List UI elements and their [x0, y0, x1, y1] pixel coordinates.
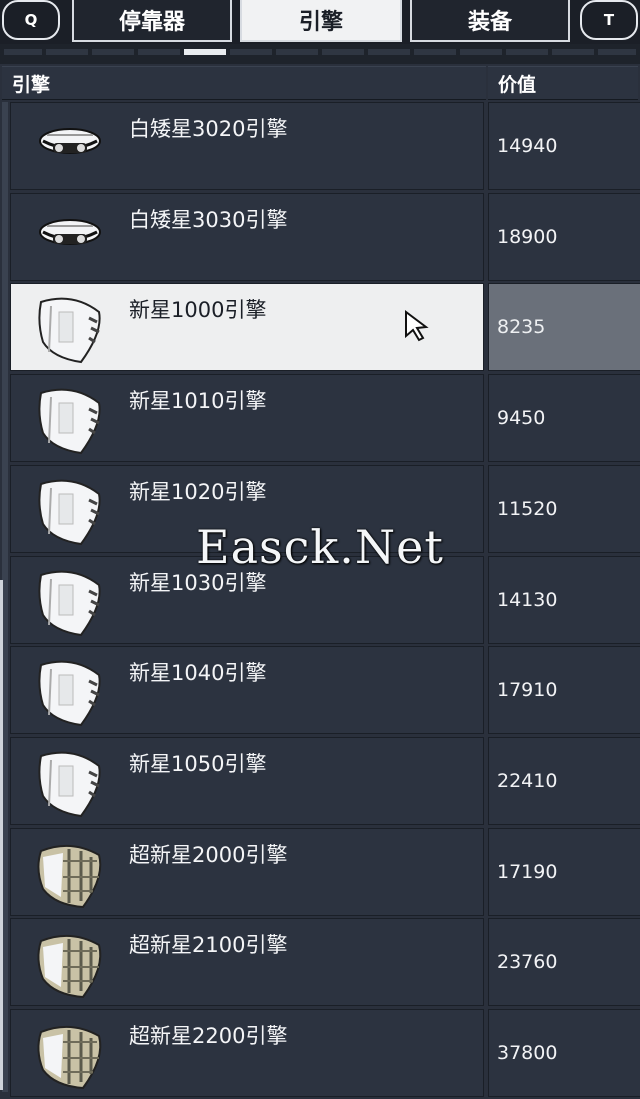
engine-name: 新星1050引擎 — [129, 752, 267, 776]
white-dwarf-engine-icon — [33, 111, 107, 185]
engine-value[interactable]: 14130 — [488, 556, 640, 644]
engine-name-cell[interactable]: 新星1040引擎 — [10, 646, 484, 734]
sub-category-segment[interactable] — [506, 49, 548, 55]
sub-category-segment[interactable] — [230, 49, 272, 55]
engine-value[interactable]: 11520 — [488, 465, 640, 553]
next-tab-hotkey-t[interactable]: T — [580, 0, 638, 40]
engine-name: 新星1040引擎 — [129, 661, 267, 685]
engine-value[interactable]: 23760 — [488, 918, 640, 1006]
sub-category-segment[interactable] — [322, 49, 364, 55]
engine-value[interactable]: 14940 — [488, 102, 640, 190]
engine-name-cell[interactable]: 新星1050引擎 — [10, 737, 484, 825]
supernova-engine-icon — [33, 927, 107, 1001]
supernova-engine-icon — [33, 1018, 107, 1092]
nova-engine-icon — [33, 565, 107, 639]
engine-name: 超新星2200引擎 — [129, 1024, 288, 1048]
engine-value[interactable]: 17910 — [488, 646, 640, 734]
nova-engine-icon — [33, 746, 107, 820]
engine-name-cell[interactable]: 超新星2100引擎 — [10, 918, 484, 1006]
engine-name: 超新星2000引擎 — [129, 843, 288, 867]
sub-category-segment[interactable] — [414, 49, 456, 55]
white-dwarf-engine-icon — [33, 202, 107, 276]
column-header-value[interactable]: 价值 — [488, 66, 638, 100]
scrollbar[interactable] — [0, 580, 3, 1090]
sub-category-segment[interactable] — [552, 49, 594, 55]
sub-category-segment[interactable] — [46, 49, 88, 55]
engine-value[interactable]: 17190 — [488, 828, 640, 916]
column-header-name[interactable]: 引擎 — [2, 66, 486, 100]
engine-name-cell[interactable]: 白矮星3030引擎 — [10, 193, 484, 281]
mouse-cursor-icon — [405, 310, 429, 342]
sub-category-segment[interactable] — [138, 49, 180, 55]
nova-engine-icon — [33, 383, 107, 457]
sub-category-segment[interactable] — [276, 49, 318, 55]
supernova-engine-icon — [33, 837, 107, 911]
sub-category-segment[interactable] — [460, 49, 502, 55]
engine-value[interactable]: 18900 — [488, 193, 640, 281]
tab-docker[interactable]: 停靠器 — [72, 0, 232, 42]
sub-category-segment[interactable] — [92, 49, 134, 55]
engine-name-cell[interactable]: 白矮星3020引擎 — [10, 102, 484, 190]
engine-value[interactable]: 8235 — [488, 283, 640, 371]
engine-name-cell[interactable]: 超新星2000引擎 — [10, 828, 484, 916]
engine-name: 白矮星3020引擎 — [129, 117, 288, 141]
sub-category-segment[interactable] — [368, 49, 410, 55]
engine-name: 超新星2100引擎 — [129, 933, 288, 957]
top-tab-bar: Q 停靠器 引擎 装备 T — [0, 0, 640, 44]
engine-value[interactable]: 22410 — [488, 737, 640, 825]
engine-value[interactable]: 37800 — [488, 1009, 640, 1097]
engine-name: 新星1010引擎 — [129, 389, 267, 413]
engine-name: 新星1020引擎 — [129, 480, 267, 504]
nova-engine-icon — [33, 292, 107, 366]
nova-engine-icon — [33, 474, 107, 548]
sub-category-segment-active[interactable] — [184, 49, 226, 55]
sub-category-segment[interactable] — [4, 49, 42, 55]
watermark: Easck.Net — [196, 520, 444, 574]
sub-category-segment[interactable] — [598, 49, 636, 55]
engine-name: 新星1000引擎 — [129, 298, 267, 322]
tab-engine[interactable]: 引擎 — [240, 0, 402, 42]
engine-name: 白矮星3030引擎 — [129, 208, 288, 232]
engine-name-cell[interactable]: 新星1010引擎 — [10, 374, 484, 462]
engine-name-cell[interactable]: 超新星2200引擎 — [10, 1009, 484, 1097]
sub-category-bar — [0, 44, 640, 64]
tab-equipment[interactable]: 装备 — [410, 0, 570, 42]
engine-value[interactable]: 9450 — [488, 374, 640, 462]
nova-engine-icon — [33, 655, 107, 729]
prev-tab-hotkey-q[interactable]: Q — [2, 0, 60, 40]
